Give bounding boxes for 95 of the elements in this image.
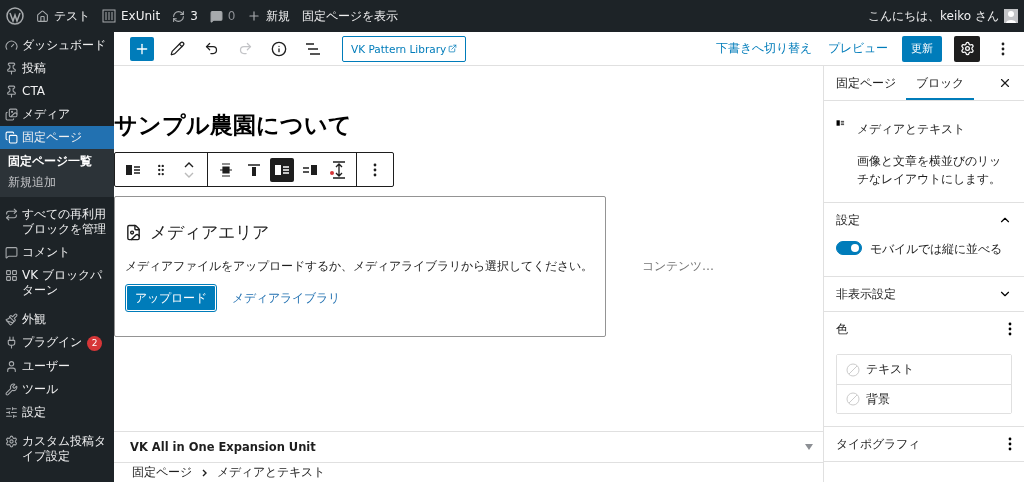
external-link-icon (448, 44, 458, 53)
menu-item[interactable]: 投稿 (0, 57, 114, 80)
pencil-icon (169, 41, 185, 56)
update-icon (172, 9, 186, 23)
chevron-icon (202, 468, 207, 477)
switch-to-draft-button[interactable]: 下書きへ切り替え (714, 40, 814, 57)
pin-icon (5, 85, 18, 98)
undo-icon (203, 41, 219, 56)
admin-bar-item[interactable]: ExUnit (102, 9, 161, 23)
metabox-title: VK All in One Expansion Unit (130, 440, 316, 454)
media-text-icon (125, 163, 141, 176)
sidebar-tab[interactable]: ブロック (906, 66, 974, 100)
breadcrumb-link[interactable]: 固定ページ (132, 464, 192, 481)
panel-title[interactable]: 色 (836, 320, 848, 338)
comment-icon (5, 246, 18, 259)
menu-item[interactable]: CTA (0, 80, 114, 103)
submenu-item[interactable]: 固定ページ一覧 (0, 151, 114, 172)
count-badge: 2 (87, 336, 102, 351)
menu-item[interactable]: ダッシュボード (0, 34, 114, 57)
menu-item[interactable]: ユーザー (0, 355, 114, 378)
block-name: メディアとテキスト (856, 121, 966, 138)
list-icon (305, 41, 321, 56)
height-icon (328, 159, 348, 180)
admin-bar-item[interactable]: 固定ページを表示 (302, 7, 399, 25)
menu-item[interactable]: VK ブロックパターン (0, 264, 114, 302)
content-placeholder[interactable]: コンテンツ… (642, 258, 714, 275)
brush-icon (5, 313, 18, 326)
color-setting[interactable]: 背景 (837, 384, 1011, 413)
align-top-icon (247, 162, 261, 177)
user-icon (5, 360, 18, 373)
media-right-icon (302, 163, 318, 176)
options-icon[interactable] (1008, 322, 1012, 336)
menu-item[interactable]: 外観 (0, 308, 114, 331)
info-icon (271, 40, 287, 57)
upload-button[interactable]: アップロード (126, 285, 216, 311)
settings-icon (959, 41, 975, 56)
placeholder-instructions: メディアファイルをアップロードするか、メディアライブラリから選択してください。 (125, 258, 594, 275)
pages-icon (5, 131, 18, 144)
greeting-link[interactable]: こんにちは、keiko さん (868, 7, 1018, 25)
update-button[interactable]: 更新 (902, 35, 942, 62)
panel-title[interactable]: タイポグラフィ (836, 435, 920, 453)
media-icon (125, 224, 142, 241)
breadcrumb-link[interactable]: メディアとテキスト (217, 464, 325, 481)
page-title[interactable]: サンプル農園について (114, 110, 823, 140)
add-block-button[interactable] (130, 36, 154, 61)
preview-button[interactable]: プレビュー (826, 40, 890, 57)
block-description: 画像と文章を横並びのリッチなレイアウトにします。 (856, 153, 1002, 188)
plug-icon (5, 336, 18, 349)
admin-bar-item[interactable]: テスト (36, 7, 90, 25)
media-text-icon (836, 117, 845, 129)
no-color-icon (846, 362, 860, 377)
wordpress-logo-icon (6, 7, 24, 25)
options-icon (1001, 41, 1005, 56)
toggle-switch[interactable] (836, 241, 862, 255)
settings-button[interactable] (954, 35, 980, 62)
redo-icon (237, 41, 253, 56)
pattern-library-button[interactable]: VK Pattern Library (342, 35, 467, 62)
menu-item[interactable]: すべての再利用ブロックを管理 (0, 203, 114, 241)
align-center-icon (219, 162, 233, 177)
no-color-icon (846, 392, 860, 406)
more-icon (373, 162, 377, 177)
media-library-button[interactable]: メディアライブラリ (228, 289, 344, 307)
menu-item[interactable]: コメント (0, 241, 114, 264)
plus-icon (247, 9, 262, 23)
media-left-icon (274, 163, 290, 176)
admin-bar-item[interactable]: 3 (172, 9, 198, 23)
gear-icon (5, 435, 18, 448)
placeholder-title: メディアエリア (150, 221, 269, 244)
admin-bar-item[interactable]: 0 (209, 9, 236, 23)
panel-title[interactable]: 非表示設定 (836, 285, 896, 303)
close-icon (998, 76, 1012, 90)
comment-icon (209, 9, 223, 23)
avatar-icon (1004, 9, 1018, 23)
repeat-icon (5, 208, 18, 221)
settings-icon (5, 406, 18, 419)
sidebar-tab[interactable]: 固定ページ (826, 66, 906, 100)
menu-item[interactable]: ツール (0, 378, 114, 401)
gauge-icon (5, 39, 18, 52)
menu-item[interactable]: 設定 (0, 401, 114, 424)
admin-bar-item[interactable]: 新規 (247, 7, 291, 25)
menu-item[interactable]: メディア (0, 103, 114, 126)
submenu-item[interactable]: 新規追加 (0, 172, 114, 193)
toggle-label: モバイルでは縦に並べる (870, 241, 1002, 258)
pin-icon (5, 62, 18, 75)
panel-title[interactable]: 設定 (836, 211, 860, 229)
grid-icon (5, 269, 18, 282)
media-icon (5, 108, 18, 121)
wrench-icon (5, 383, 18, 396)
toolbar-button[interactable] (270, 157, 294, 182)
options-icon[interactable] (1008, 437, 1012, 451)
home-icon (36, 9, 49, 23)
metabox-header[interactable]: VK All in One Expansion Unit (114, 431, 823, 463)
menu-item[interactable]: 固定ページ (0, 126, 114, 149)
menu-item[interactable]: カスタム投稿タイプ設定 (0, 430, 114, 468)
menu-item[interactable]: プラグイン 2 (0, 331, 114, 355)
